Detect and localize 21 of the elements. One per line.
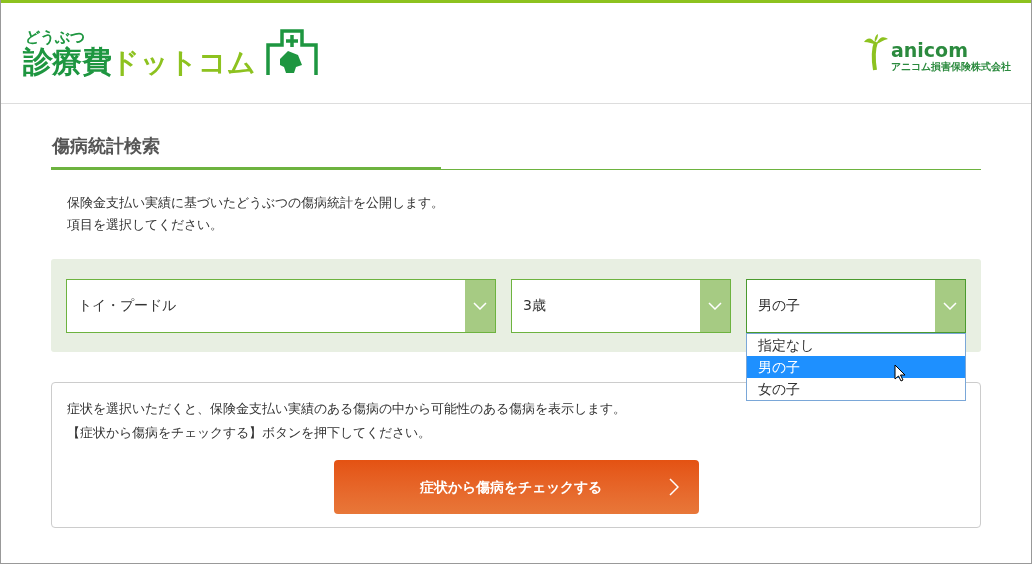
dropdown-option[interactable]: 女の子: [747, 377, 965, 400]
symptom-text: 症状を選択いただくと、保険金支払い実績のある傷病の中から可能性のある傷病を表示します。: [67, 400, 627, 418]
chevron-down-icon: [708, 301, 722, 310]
logo-subtitle: どうぶつ: [24, 30, 86, 45]
partner-name: anicom: [891, 41, 969, 60]
sprout-icon: [863, 34, 889, 72]
chevron-down-icon: [473, 301, 487, 310]
cursor-icon: [894, 363, 906, 382]
chevron-down-icon: [943, 301, 957, 310]
logo-accent: ドットコム: [110, 49, 256, 77]
select-dropdown[interactable]: トイ・プードル: [66, 278, 496, 333]
intro-text: 項目を選択してください。: [67, 216, 224, 234]
partner-company: アニコム損害保険株式会社: [891, 62, 1011, 72]
intro-text: 保険金支払い実績に基づいたどうぶつの傷病統計を公開します。: [67, 194, 445, 212]
dropdown-option[interactable]: 指定なし: [747, 333, 965, 356]
logo-title: 診療費: [23, 47, 111, 77]
symptom-text: 【症状から傷病をチェックする】ボタンを押下してください。: [67, 424, 432, 442]
select-dropdown[interactable]: 3歳: [511, 278, 731, 333]
select-dropdown[interactable]: 男の子: [746, 278, 966, 333]
chevron-right-icon: [668, 478, 679, 496]
section-title: 傷病統計検索: [51, 134, 161, 158]
